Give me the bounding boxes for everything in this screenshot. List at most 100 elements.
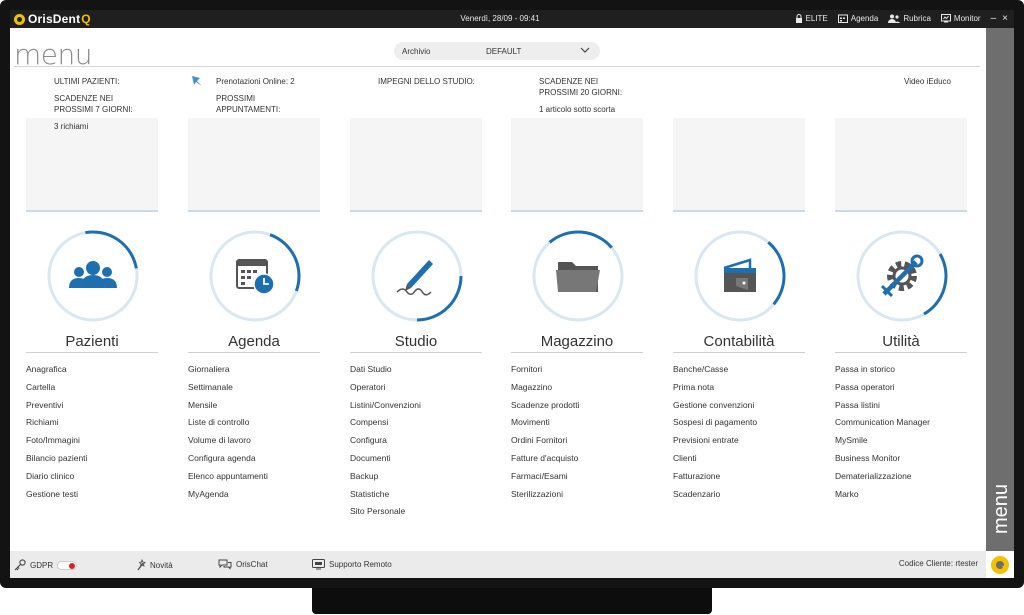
- module-link[interactable]: Compensi: [350, 416, 490, 434]
- lock-icon: [795, 14, 802, 23]
- module-link[interactable]: Giornaliera: [188, 363, 328, 381]
- module-link[interactable]: Settimanale: [188, 381, 328, 399]
- gdpr-toggle[interactable]: [57, 560, 78, 570]
- module-link[interactable]: Farmaci/Esami: [511, 470, 651, 488]
- module-button[interactable]: [692, 228, 788, 324]
- orischat-item[interactable]: OrisChat: [218, 559, 268, 570]
- module-divider: [673, 352, 805, 353]
- app-name: OrisDent: [28, 12, 81, 26]
- module-title[interactable]: Magazzino: [511, 333, 643, 350]
- module-button[interactable]: [369, 228, 465, 324]
- module-link[interactable]: Prima nota: [673, 381, 813, 399]
- archive-select[interactable]: Archivio DEFAULT: [394, 42, 600, 60]
- module-link[interactable]: Bilancio pazienti: [26, 452, 166, 470]
- archive-label: Archivio: [402, 47, 431, 56]
- module-link[interactable]: Passa listini: [835, 399, 975, 417]
- module-button[interactable]: [207, 228, 303, 324]
- module-link[interactable]: Fornitori: [511, 363, 651, 381]
- module-link[interactable]: Movimenti: [511, 416, 651, 434]
- module-link[interactable]: MyAgenda: [188, 488, 328, 506]
- minimize-button[interactable]: –: [991, 13, 997, 24]
- orischat-label: OrisChat: [236, 560, 268, 569]
- module-links: Fornitori Magazzino Scadenze prodotti Movim…: [511, 363, 651, 505]
- info-panel: IMPEGNI DELLO STUDIO:: [350, 76, 482, 213]
- module-link[interactable]: Sospesi di pagamento: [673, 416, 813, 434]
- module-link[interactable]: Configura agenda: [188, 452, 328, 470]
- module-link[interactable]: Gestione convenzioni: [673, 399, 813, 417]
- module-link[interactable]: Marko: [835, 488, 975, 506]
- module-link[interactable]: Scadenzario: [673, 488, 813, 506]
- panel-text: ULTIMI PAZIENTI: SCADENZE NEI PROSSIMI 7 G…: [54, 76, 164, 132]
- gdpr-label: GDPR: [30, 560, 54, 570]
- panel-underline: [26, 210, 158, 212]
- novita-item[interactable]: Novità: [136, 559, 173, 571]
- module-link[interactable]: Gestione testi: [26, 488, 166, 506]
- module-link[interactable]: Scadenze prodotti: [511, 399, 651, 417]
- module-link[interactable]: Fatturazione: [673, 470, 813, 488]
- side-menu-bar[interactable]: [986, 28, 1014, 551]
- key-icon: [14, 559, 26, 571]
- module-link[interactable]: Mensile: [188, 399, 328, 417]
- module-title[interactable]: Studio: [350, 333, 482, 350]
- elite-label: ELITE: [805, 14, 828, 23]
- module-link[interactable]: MySmile: [835, 434, 975, 452]
- module-link[interactable]: Passa operatori: [835, 381, 975, 399]
- module-link[interactable]: Diario clinico: [26, 470, 166, 488]
- module-link[interactable]: Documenti: [350, 452, 490, 470]
- module-link[interactable]: Richiami: [26, 416, 166, 434]
- module-link[interactable]: Elenco appuntamenti: [188, 470, 328, 488]
- elite-button[interactable]: ELITE: [795, 14, 828, 23]
- module-link[interactable]: Foto/Immagini: [26, 434, 166, 452]
- app-window: OrisDent Q Venerdì, 28/09 - 09:41 ELITE …: [10, 10, 1014, 578]
- module-link[interactable]: Preventivi: [26, 399, 166, 417]
- module-button[interactable]: [530, 228, 626, 324]
- module-button[interactable]: [854, 228, 950, 324]
- brand-q-icon[interactable]: [991, 556, 1009, 574]
- module-link[interactable]: Liste di controllo: [188, 416, 328, 434]
- module-button[interactable]: [45, 228, 141, 324]
- module-link[interactable]: Ordini Fornitori: [511, 434, 651, 452]
- module-link[interactable]: Magazzino: [511, 381, 651, 399]
- module-link[interactable]: Cartella: [26, 381, 166, 399]
- module-link[interactable]: Sterilizzazioni: [511, 488, 651, 506]
- module-links: Anagrafica Cartella Preventivi Richiami Foto…: [26, 363, 166, 505]
- module-link[interactable]: Statistiche: [350, 488, 490, 506]
- module-title[interactable]: Agenda: [188, 333, 320, 350]
- module-title[interactable]: Utilità: [835, 333, 967, 350]
- module-link[interactable]: Operatori: [350, 381, 490, 399]
- module-title[interactable]: Pazienti: [26, 333, 158, 350]
- module-link[interactable]: Backup: [350, 470, 490, 488]
- panel-text: Prenotazioni Online: 2 PROSSIMI APPUNTAMEN…: [216, 76, 326, 115]
- module-link[interactable]: Listini/Convenzioni: [350, 399, 490, 417]
- panel-underline: [835, 210, 967, 212]
- gdpr-item[interactable]: GDPR: [14, 559, 78, 571]
- panel-line-text: SCADENZE NEI: [539, 77, 599, 86]
- module-link[interactable]: Sito Personale: [350, 505, 490, 523]
- panel-background: [673, 118, 805, 210]
- monitor-button[interactable]: Monitor: [940, 14, 981, 23]
- module-link[interactable]: Fatture d'acquisto: [511, 452, 651, 470]
- module-divider: [835, 352, 967, 353]
- module-link[interactable]: Business Monitor: [835, 452, 975, 470]
- panel-background: [835, 118, 967, 210]
- module-link[interactable]: Previsioni entrate: [673, 434, 813, 452]
- close-button[interactable]: ×: [1002, 13, 1008, 24]
- supporto-item[interactable]: Supporto Remoto: [312, 559, 392, 570]
- chevron-down-icon: [580, 47, 590, 53]
- module-divider: [350, 352, 482, 353]
- module-link[interactable]: Anagrafica: [26, 363, 166, 381]
- module-link[interactable]: Banche/Casse: [673, 363, 813, 381]
- module-link[interactable]: Dati Studio: [350, 363, 490, 381]
- module-link[interactable]: Dematerializzazione: [835, 470, 975, 488]
- rubrica-button[interactable]: Rubrica: [888, 14, 931, 23]
- agenda-button[interactable]: Agenda: [837, 14, 879, 23]
- pin-icon: [192, 76, 202, 86]
- module-link[interactable]: Configura: [350, 434, 490, 452]
- novita-label: Novità: [150, 560, 173, 570]
- module-link[interactable]: Passa in storico: [835, 363, 975, 381]
- module-link[interactable]: Clienti: [673, 452, 813, 470]
- agenda-label: Agenda: [850, 14, 879, 23]
- module-title[interactable]: Contabilità: [673, 333, 805, 350]
- module-link[interactable]: Volume di lavoro: [188, 434, 328, 452]
- module-link[interactable]: Communication Manager: [835, 416, 975, 434]
